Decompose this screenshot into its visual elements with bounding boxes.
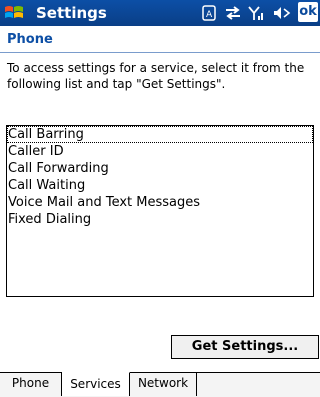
tab-phone[interactable]: Phone	[0, 372, 62, 396]
section-divider	[0, 52, 320, 53]
window-title: Settings	[36, 4, 107, 22]
ok-button[interactable]: ok	[298, 2, 318, 22]
title-bar: Settings A ok	[0, 0, 320, 26]
svg-text:A: A	[206, 10, 213, 20]
list-item-fixed-dialing[interactable]: Fixed Dialing	[7, 211, 313, 228]
tab-network[interactable]: Network	[130, 372, 197, 396]
data-icon[interactable]: A	[202, 4, 218, 22]
volume-icon[interactable]	[272, 4, 292, 22]
instructions-text: To access settings for a service, select…	[7, 61, 305, 91]
signal-icon[interactable]	[248, 4, 266, 22]
start-menu-icon[interactable]	[3, 3, 25, 23]
list-item-caller-id[interactable]: Caller ID	[7, 143, 313, 160]
tab-bar: Phone Services Network	[0, 372, 320, 397]
services-list[interactable]: Call Barring Caller ID Call Forwarding C…	[6, 125, 314, 297]
list-item-call-barring[interactable]: Call Barring	[7, 126, 313, 143]
get-settings-button[interactable]: Get Settings...	[171, 335, 319, 359]
section-title: Phone	[7, 32, 53, 47]
list-item-call-forwarding[interactable]: Call Forwarding	[7, 160, 313, 177]
connectivity-icon[interactable]	[224, 4, 242, 22]
tab-services[interactable]: Services	[62, 372, 130, 396]
list-item-voice-mail[interactable]: Voice Mail and Text Messages	[7, 194, 313, 211]
list-item-call-waiting[interactable]: Call Waiting	[7, 177, 313, 194]
